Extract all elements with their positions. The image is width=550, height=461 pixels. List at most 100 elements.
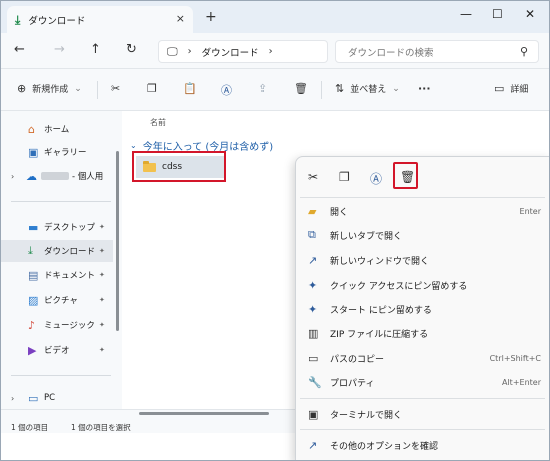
- menu-item-compress-zip[interactable]: ▥ ZIP ファイルに圧縮する: [296, 321, 549, 345]
- selected-count: 1 個の項目を選択: [71, 423, 131, 432]
- cut-button[interactable]: ✂: [111, 82, 120, 95]
- open-external-icon: ↗: [308, 253, 318, 267]
- horizontal-scrollbar[interactable]: [139, 412, 269, 415]
- cut-icon[interactable]: ✂: [308, 170, 318, 184]
- sidebar-item-onedrive[interactable]: › ☁ - 個人用: [1, 165, 113, 187]
- new-tab-button[interactable]: +: [205, 9, 217, 25]
- sidebar-item-music[interactable]: ♪ ミュージック ✦: [1, 314, 113, 336]
- menu-item-label: プロパティ: [330, 378, 375, 389]
- sidebar-item-home[interactable]: ⌂ ホーム: [1, 118, 113, 140]
- sort-button[interactable]: ⇅ 並べ替え ⌄: [335, 82, 400, 95]
- new-button[interactable]: ⊕ 新規作成 ⌄: [17, 82, 82, 95]
- divider: [11, 375, 111, 376]
- sidebar-item-documents[interactable]: ▤ ドキュメント ✦: [1, 264, 113, 286]
- sidebar-item-label: PC: [44, 393, 56, 403]
- refresh-button[interactable]: ↻: [126, 42, 137, 57]
- rename-button[interactable]: Ⓐ: [221, 82, 232, 98]
- menu-item-label: ターミナルで開く: [330, 410, 403, 421]
- menu-item-open[interactable]: ▰ 開く Enter: [296, 199, 549, 223]
- command-bar: ⊕ 新規作成 ⌄ ✂ ❐ 📋 Ⓐ ⇪ 🗑 ⇅ 並べ替え ⌄ ··· ▭ 詳細: [1, 69, 549, 111]
- address-bar[interactable]: 🖵 › ダウンロード ›: [158, 40, 328, 63]
- document-icon: ▤: [28, 268, 39, 282]
- up-button[interactable]: ↑: [90, 42, 101, 57]
- sidebar-item-desktop[interactable]: ▬ デスクトップ ✦: [1, 216, 113, 238]
- delete-button[interactable]: 🗑: [294, 82, 308, 95]
- minimize-button[interactable]: —: [460, 7, 472, 21]
- shortcut-label: Ctrl+Shift+C: [489, 353, 541, 363]
- menu-item-properties[interactable]: 🔧 プロパティ Alt+Enter: [296, 370, 549, 394]
- sidebar-item-videos[interactable]: ▶ ビデオ ✦: [1, 339, 113, 361]
- share-button[interactable]: ⇪: [258, 82, 267, 95]
- delete-highlight-box: [393, 162, 418, 189]
- video-icon: ▶: [28, 343, 37, 357]
- menu-item-pin-start[interactable]: ✦ スタート にピン留めする: [296, 297, 549, 321]
- column-header-name[interactable]: 名前: [150, 117, 166, 128]
- sidebar-item-downloads[interactable]: ⤓ ダウンロード ✦: [1, 240, 113, 262]
- maximize-button[interactable]: ☐: [492, 7, 503, 21]
- home-icon: ⌂: [28, 122, 35, 136]
- sidebar-item-label: ドキュメント: [44, 271, 96, 281]
- pin-icon: ✦: [99, 296, 105, 304]
- sort-icon: ⇅: [335, 82, 345, 95]
- menu-item-label: クイック アクセスにピン留めする: [330, 281, 468, 292]
- breadcrumb-downloads[interactable]: ダウンロード: [202, 45, 259, 59]
- expand-icon[interactable]: ›: [11, 394, 14, 403]
- divider: [300, 197, 545, 198]
- sidebar-item-pc[interactable]: › ▭ PC: [1, 387, 113, 409]
- details-pane-icon: ▭: [494, 82, 505, 95]
- shortcut-label: Alt+Enter: [501, 377, 541, 387]
- search-input[interactable]: ダウンロードの検索: [348, 45, 520, 59]
- plus-circle-icon: ⊕: [17, 82, 27, 95]
- close-tab-icon[interactable]: ×: [176, 12, 185, 25]
- menu-item-open-new-window[interactable]: ↗ 新しいウィンドウで開く: [296, 248, 549, 272]
- sidebar-item-label: ダウンロード: [44, 247, 96, 257]
- sidebar-scrollbar[interactable]: [116, 151, 119, 331]
- menu-item-open-terminal[interactable]: ▣ ターミナルで開く: [296, 402, 549, 426]
- divider: [300, 398, 545, 399]
- search-box[interactable]: ダウンロードの検索 ⚲: [335, 40, 539, 63]
- back-button[interactable]: ←: [14, 42, 25, 57]
- picture-icon: ▨: [28, 293, 39, 307]
- new-tab-icon: ⧉: [308, 228, 316, 241]
- desktop-icon: ▬: [28, 220, 39, 234]
- sidebar-item-label: ホーム: [44, 125, 70, 135]
- pin-icon: ✦: [99, 271, 105, 279]
- sidebar-item-pictures[interactable]: ▨ ピクチャ ✦: [1, 289, 113, 311]
- tab-downloads[interactable]: ⤓ ダウンロード ×: [7, 6, 193, 34]
- zip-icon: ▥: [308, 326, 319, 340]
- folder-open-icon: ▰: [308, 204, 317, 218]
- menu-item-label: スタート にピン留めする: [330, 305, 432, 316]
- divider: [11, 201, 111, 202]
- chevron-down-icon: ⌄: [74, 83, 82, 94]
- menu-item-label: パスのコピー: [330, 354, 385, 365]
- sort-label: 並べ替え: [350, 85, 387, 95]
- menu-item-pin-quick-access[interactable]: ✦ クイック アクセスにピン留めする: [296, 273, 549, 297]
- music-icon: ♪: [28, 318, 36, 332]
- sidebar-item-label: ピクチャ: [44, 296, 78, 306]
- chevron-right-icon[interactable]: ›: [188, 46, 192, 57]
- menu-item-open-new-tab[interactable]: ⧉ 新しいタブで開く: [296, 223, 549, 247]
- menu-item-label: 開く: [330, 207, 349, 218]
- chevron-right-icon[interactable]: ›: [269, 46, 273, 57]
- open-external-icon: ↗: [308, 438, 318, 452]
- more-options-button[interactable]: ···: [418, 82, 431, 95]
- sidebar-item-label: ギャラリー: [44, 148, 87, 158]
- sidebar-item-label: デスクトップ: [44, 223, 96, 233]
- details-button[interactable]: ▭ 詳細: [494, 82, 528, 95]
- copy-button[interactable]: ❐: [147, 82, 157, 95]
- copy-icon[interactable]: ❐: [339, 170, 350, 184]
- expand-icon[interactable]: ›: [11, 172, 14, 181]
- divider: [300, 429, 545, 430]
- rename-icon[interactable]: Ⓐ: [370, 170, 382, 187]
- chevron-down-icon: ⌄: [130, 141, 137, 150]
- monitor-icon: 🖵: [167, 44, 178, 58]
- menu-item-more-options[interactable]: ↗ その他のオプションを確認: [296, 433, 549, 457]
- divider: [97, 81, 98, 99]
- forward-button[interactable]: →: [54, 42, 65, 57]
- paste-button[interactable]: 📋: [183, 82, 197, 95]
- close-window-button[interactable]: ✕: [525, 7, 535, 21]
- navigation-pane: ⌂ ホーム ▣ ギャラリー › ☁ - 個人用 ▬ デスクトップ ✦ ⤓ ダウン…: [1, 111, 122, 409]
- sidebar-item-label: - 個人用: [72, 172, 104, 182]
- sidebar-item-gallery[interactable]: ▣ ギャラリー: [1, 141, 113, 163]
- menu-item-copy-path[interactable]: ▭ パスのコピー Ctrl+Shift+C: [296, 346, 549, 370]
